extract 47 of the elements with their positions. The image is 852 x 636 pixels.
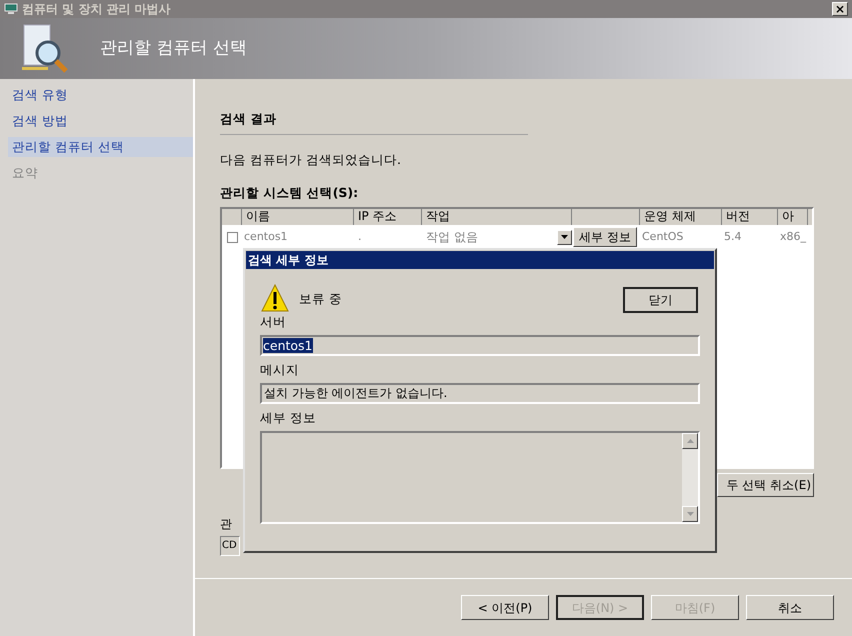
sidebar-item[interactable]: 검색 유형: [8, 85, 193, 105]
caret-icon: [561, 235, 568, 240]
table-cell: 5.4: [724, 230, 742, 243]
warning-icon: [260, 283, 290, 313]
dialog-title: 검색 세부 정보: [248, 252, 328, 269]
server-field[interactable]: centos1: [260, 334, 700, 356]
scroll-up-button[interactable]: [682, 433, 698, 450]
message-field[interactable]: 설치 가능한 에이전트가 없습니다.: [260, 382, 700, 404]
message-label: 메시지: [260, 360, 299, 379]
status-text: 보류 중: [299, 290, 342, 308]
details-textarea[interactable]: [260, 431, 700, 524]
table-cell: CentOS: [642, 230, 684, 243]
page-title: 관리할 컴퓨터 선택: [100, 36, 247, 60]
sidebar-item[interactable]: 관리할 컴퓨터 선택: [8, 137, 193, 157]
section-title: 검색 결과: [220, 110, 276, 128]
table-cell: .: [358, 230, 362, 243]
computer-icon: [4, 3, 18, 15]
row-checkbox[interactable]: [226, 232, 238, 243]
column-header[interactable]: 아: [782, 209, 794, 224]
server-label: 서버: [260, 313, 286, 331]
result-message: 다음 컴퓨터가 검색되었습니다.: [220, 150, 401, 169]
column-header[interactable]: IP 주소: [358, 209, 397, 224]
table-cell: centos1: [244, 230, 288, 243]
close-button[interactable]: ×: [832, 2, 848, 16]
scroll-down-button[interactable]: [682, 506, 698, 522]
column-header[interactable]: 이름: [246, 209, 270, 224]
column-header[interactable]: 버전: [726, 209, 750, 224]
dropdown-button[interactable]: [557, 230, 572, 245]
table-cell-text: 작업 없음: [426, 229, 478, 246]
wizard-button[interactable]: < 이전(P): [461, 595, 549, 620]
wizard-button[interactable]: 취소: [746, 595, 834, 620]
close-button[interactable]: 닫기: [623, 287, 698, 313]
manage-field[interactable]: CD: [220, 536, 240, 556]
column-header[interactable]: 운영 체제: [644, 209, 696, 224]
up-arrow-icon: [686, 439, 694, 444]
deselect-all-button[interactable]: 두 선택 취소(E): [717, 473, 814, 498]
sidebar-item[interactable]: 검색 방법: [8, 111, 193, 131]
down-arrow-icon: [686, 512, 694, 516]
server-search-icon: [20, 22, 70, 74]
list-label: 관리할 시스템 선택(S):: [220, 184, 358, 202]
window-title: 컴퓨터 및 장치 관리 마법사: [22, 1, 171, 18]
table-cell: x86_: [780, 230, 806, 243]
vertical-scrollbar[interactable]: [682, 433, 698, 522]
manage-label: 관: [220, 516, 232, 534]
details-button[interactable]: 세부 정보: [573, 227, 637, 248]
details-label: 세부 정보: [260, 408, 316, 426]
column-header[interactable]: 작업: [426, 209, 450, 224]
